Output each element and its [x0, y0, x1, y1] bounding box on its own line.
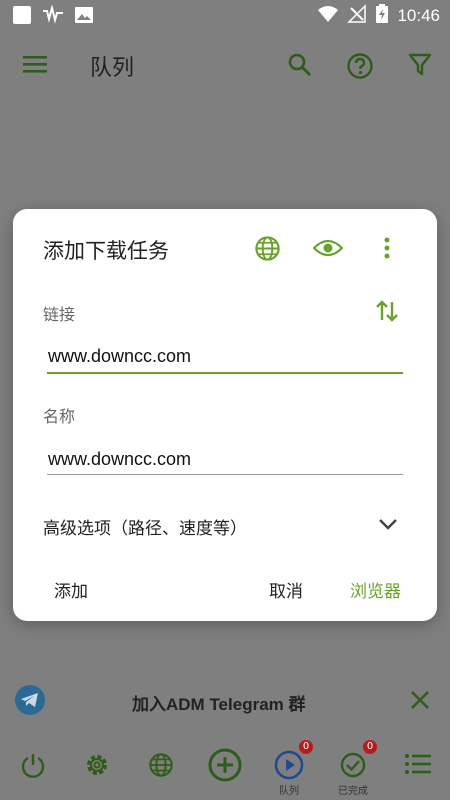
name-input[interactable]	[47, 441, 404, 477]
more-options-icon[interactable]	[383, 236, 391, 264]
link-label: 链接	[43, 305, 76, 324]
completed-nav-label: 已完成	[338, 786, 368, 797]
browser-globe-icon[interactable]	[148, 752, 174, 782]
cancel-button[interactable]: 取消	[269, 577, 303, 602]
filter-icon[interactable]	[408, 52, 432, 82]
browser-button[interactable]: 浏览器	[350, 577, 401, 602]
queue-play-icon[interactable]	[274, 750, 304, 784]
queue-nav-label: 队列	[279, 786, 299, 797]
completed-badge: 0	[363, 740, 377, 754]
list-icon[interactable]	[404, 752, 432, 780]
link-input[interactable]	[47, 338, 404, 374]
status-bar: 10:46	[0, 0, 450, 32]
link-input-underline	[47, 372, 403, 374]
chevron-down-icon[interactable]	[378, 516, 398, 535]
telegram-icon	[15, 685, 45, 719]
image-icon	[74, 5, 94, 29]
menu-icon[interactable]	[22, 52, 48, 80]
telegram-banner[interactable]: 加入ADM Telegram 群	[0, 678, 450, 722]
wifi-icon	[317, 4, 339, 28]
swap-icon[interactable]	[375, 298, 399, 328]
help-icon[interactable]	[346, 52, 374, 84]
close-icon[interactable]	[410, 690, 430, 714]
activity-icon	[42, 4, 64, 29]
search-icon[interactable]	[287, 52, 313, 82]
bottom-nav: 0 队列 0 已完成	[0, 740, 450, 800]
eye-icon[interactable]	[312, 238, 344, 262]
add-download-dialog: 添加下载任务 链接 名称 高级选项（路径、速度等） 添加 取消 浏览器	[13, 209, 437, 621]
status-time: 10:46	[397, 6, 440, 25]
completed-check-icon[interactable]	[340, 752, 366, 782]
name-label: 名称	[43, 407, 76, 426]
dialog-title: 添加下载任务	[43, 239, 169, 263]
no-signal-icon	[347, 4, 367, 28]
name-input-underline	[47, 474, 403, 475]
page-title: 队列	[90, 56, 135, 81]
app-bar: 队列	[0, 32, 450, 98]
telegram-banner-text[interactable]: 加入ADM Telegram 群	[132, 690, 306, 715]
queue-badge: 0	[299, 740, 313, 754]
settings-gear-icon[interactable]	[84, 752, 110, 782]
battery-charging-icon	[375, 4, 389, 28]
add-button[interactable]: 添加	[54, 577, 88, 602]
app-notification-icon	[12, 5, 32, 29]
power-icon[interactable]	[20, 752, 46, 782]
globe-icon[interactable]	[254, 235, 281, 266]
advanced-options-label[interactable]: 高级选项（路径、速度等）	[43, 514, 247, 539]
add-circle-icon[interactable]	[208, 748, 242, 786]
